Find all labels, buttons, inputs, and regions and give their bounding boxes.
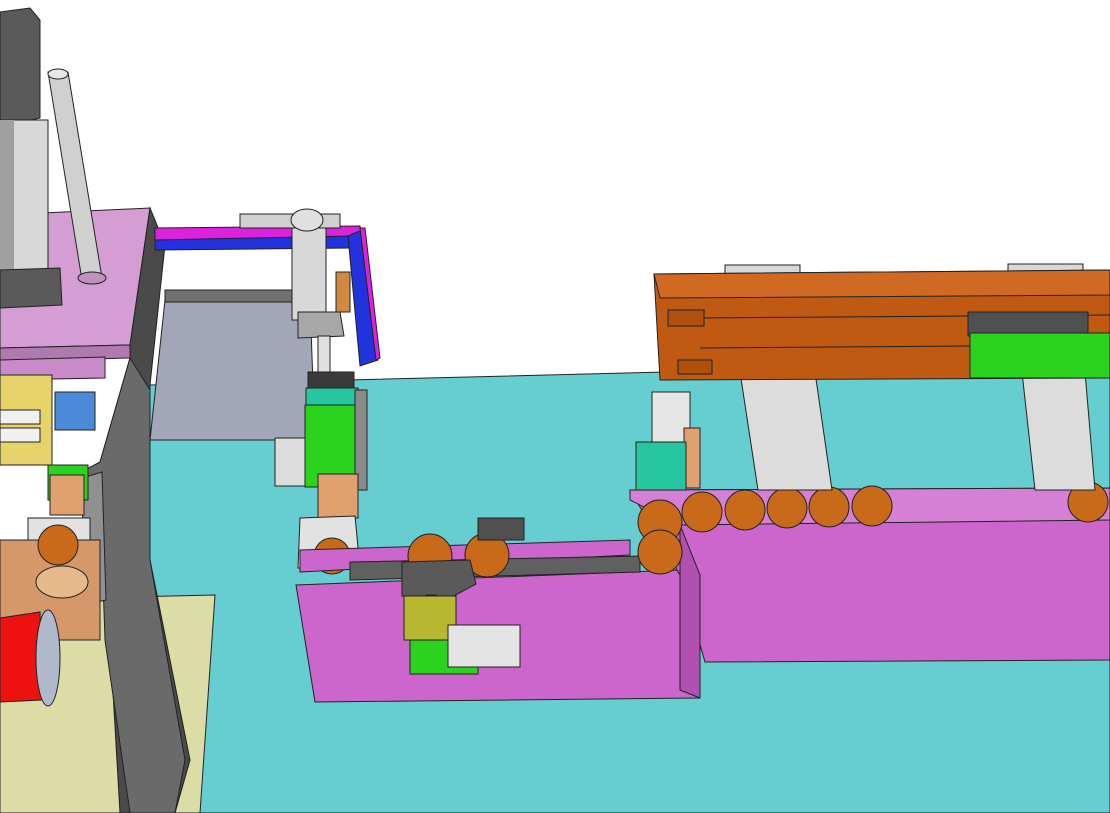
conveyor-roller <box>637 529 683 575</box>
cad-assembly-scene <box>0 7 1110 813</box>
tan-gripper-center <box>317 473 359 519</box>
conveyor-roller <box>851 485 893 527</box>
tan-gripper-left <box>49 474 85 516</box>
roller-base-left <box>35 565 89 599</box>
orange-side-strip <box>335 271 351 313</box>
blue-plate <box>54 391 96 431</box>
top-bar-gray <box>239 213 341 229</box>
conveyor-roller <box>808 486 850 528</box>
small-cylinder-a <box>0 409 41 425</box>
cylinder-bottom-block <box>0 267 63 309</box>
center-cylinder-barrel <box>291 227 327 321</box>
teal-block-right <box>635 441 687 491</box>
gray-bracket-top <box>0 7 41 126</box>
rail-end-cap-bottom <box>677 359 713 375</box>
gray-mounting-plate <box>149 299 316 441</box>
conveyor-roller <box>724 489 766 531</box>
dark-carriage-plate <box>967 311 1089 337</box>
cylinder-barrel-shade <box>0 120 14 280</box>
orange-rail-top-face <box>653 269 1110 299</box>
conveyor-roller <box>681 491 723 533</box>
white-slide-cylinder <box>447 624 521 668</box>
conveyor-roller <box>766 487 808 529</box>
center-cylinder-rod <box>317 335 331 377</box>
rail-end-cap-top <box>667 309 705 327</box>
gray-rail-top <box>164 289 301 303</box>
black-label-block <box>307 371 355 391</box>
gray-support-right <box>1021 371 1096 491</box>
dark-stopper-block <box>477 517 525 541</box>
center-cylinder-cap <box>290 208 324 232</box>
guide-rod-hole <box>77 271 107 285</box>
green-carriage-block <box>969 332 1110 379</box>
center-cylinder-nut <box>297 311 345 339</box>
guide-rod-end <box>47 68 69 80</box>
roller-left <box>37 524 79 566</box>
red-cap-disc <box>35 609 61 707</box>
small-cylinder-b <box>0 427 41 443</box>
